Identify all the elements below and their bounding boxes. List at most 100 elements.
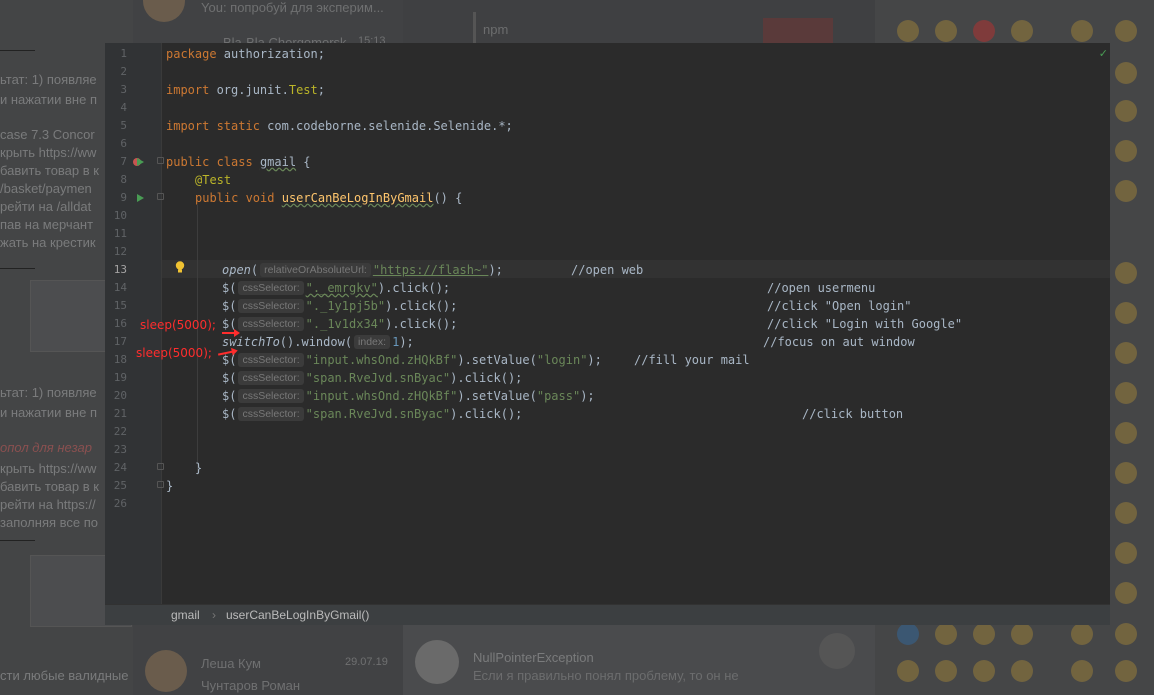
fold-icon[interactable] (157, 481, 164, 488)
emoji-icon (1115, 140, 1137, 162)
heart-emoji-icon (973, 20, 995, 42)
line-number: 23 (113, 443, 127, 456)
code-comment: //click "Open login" (767, 299, 912, 313)
line-number: 9 (120, 191, 127, 204)
code-comment: //open usermenu (767, 281, 876, 295)
code-line[interactable]: import org.junit.Test; (166, 81, 325, 99)
fold-icon[interactable] (157, 463, 164, 470)
code-text: ).click(); (377, 281, 451, 295)
card-logo (415, 640, 459, 684)
code-line[interactable]: $(cssSelector: "span.RveJvd.snByac").clic… (222, 369, 522, 387)
code-line[interactable]: @Test (195, 171, 231, 189)
emoji-icon (1115, 660, 1137, 682)
emoji-icon (935, 623, 957, 645)
code-line[interactable]: import static com.codeborne.selenide.Sel… (166, 117, 513, 135)
run-test-icon[interactable] (137, 194, 144, 202)
code-text: ).click(); (385, 317, 458, 331)
code-text: ).click(); (450, 407, 523, 421)
line-number: 12 (113, 245, 127, 258)
string-literal: "input.whsOnd.zHQkBf" (305, 389, 458, 403)
chat-time: 29.07.19 (345, 656, 388, 668)
code-line[interactable]: $(cssSelector: "input.whsOnd.zHQkBf").set… (222, 351, 602, 369)
code-line[interactable]: package authorization; (166, 45, 325, 63)
doc-line: сти любые валидные (0, 668, 129, 683)
code-line[interactable]: } (166, 477, 173, 495)
doc-line: заполняя все по (0, 515, 99, 530)
emoji-icon (973, 623, 995, 645)
avatar (143, 0, 185, 22)
code-line[interactable]: $(cssSelector: "._1y1pj5b").click(); (222, 297, 457, 315)
code-text: $( (222, 299, 237, 313)
doc-line: case 7.3 Concor (0, 127, 95, 142)
emoji-icon (897, 660, 919, 682)
string-literal: "span.RveJvd.snByac" (305, 371, 451, 385)
emoji-icon (935, 20, 957, 42)
code-line[interactable]: public void userCanBeLogInByGmail() { (195, 189, 462, 207)
doc-line: рейти на https:// (0, 497, 96, 512)
keyword: import (166, 83, 210, 97)
line-number: 22 (113, 425, 127, 438)
doc-line: пав на мерчант (0, 217, 94, 232)
line-number: 6 (120, 137, 127, 150)
code-comment: //click "Login with Google" (767, 317, 963, 331)
emoji-icon (1115, 100, 1137, 122)
emoji-icon (1115, 542, 1137, 564)
breadcrumb-separator: › (212, 608, 216, 622)
code-line[interactable]: public class gmail { (166, 153, 311, 171)
code-text: ).setValue( (457, 353, 537, 367)
breadcrumb-class[interactable]: gmail (171, 605, 200, 625)
code-line[interactable]: $(cssSelector: "._1v1dx34").click(); (222, 315, 457, 333)
emoji-icon (1115, 302, 1137, 324)
keyword: public void (195, 191, 275, 205)
line-number: 10 (113, 209, 127, 222)
emoji-icon (1115, 262, 1137, 284)
doc-line: крыть https://ww (0, 461, 97, 476)
divider (0, 268, 35, 269)
code-line[interactable]: $(cssSelector: "input.whsOnd.zHQkBf").set… (222, 387, 595, 405)
code-line[interactable]: open(relativeOrAbsoluteUrl: "https://flas… (222, 261, 503, 279)
param-hint: relativeOrAbsoluteUrl: (260, 263, 371, 277)
class-ref: Test (288, 83, 318, 97)
code-line[interactable]: } (195, 459, 202, 477)
chat-preview: You: попробуй для эксперим... (201, 0, 384, 15)
param-hint: cssSelector: (238, 371, 304, 385)
divider (0, 50, 35, 51)
line-number-active: 13 (113, 263, 127, 276)
line-number: 20 (113, 389, 127, 402)
code-comment: //focus on aut window (763, 335, 915, 349)
code-line[interactable]: $(cssSelector: "._emrgkv").click(); (222, 279, 450, 297)
run-class-icon[interactable] (137, 158, 144, 166)
emoji-icon (973, 660, 995, 682)
code-editor[interactable]: ✓ 1 2 3 4 5 6 7 8 9 10 11 12 13 14 15 16… (105, 43, 1110, 604)
emoji-icon (1011, 623, 1033, 645)
chat-preview: Чунтаров Роман (201, 678, 301, 693)
fold-icon[interactable] (157, 193, 164, 200)
fold-icon[interactable] (157, 157, 164, 164)
method-name: userCanBeLogInByGmail (281, 191, 434, 205)
code-text: ); (488, 263, 503, 277)
line-number: 3 (120, 83, 127, 96)
emoji-icon (897, 623, 919, 645)
code-line[interactable]: switchTo().window(index: 1); (222, 333, 414, 351)
lightbulb-icon[interactable] (175, 261, 185, 273)
emoji-icon (1115, 623, 1137, 645)
code-text: ); (399, 335, 414, 349)
keyword: import static (166, 119, 260, 133)
sleep-annotation: sleep(5000); (136, 346, 212, 360)
emoji-icon (897, 20, 919, 42)
breadcrumb-method[interactable]: userCanBeLogInByGmail() (226, 605, 369, 625)
inspection-ok-icon[interactable]: ✓ (1099, 47, 1108, 60)
line-number: 19 (113, 371, 127, 384)
chat-name: Леша Кум (201, 656, 261, 671)
code-line[interactable]: $(cssSelector: "span.RveJvd.snByac").clic… (222, 405, 522, 423)
class-name: gmail (259, 155, 297, 169)
line-number: 1 (120, 47, 127, 60)
line-number: 14 (113, 281, 127, 294)
param-hint: index: (354, 335, 391, 349)
doc-line: рейти на /alldat (0, 199, 92, 214)
code-text: $( (222, 389, 237, 403)
emoji-icon (1115, 342, 1137, 364)
line-number: 15 (113, 299, 127, 312)
scroll-down-button[interactable] (819, 633, 855, 669)
emoji-icon (1115, 20, 1137, 42)
